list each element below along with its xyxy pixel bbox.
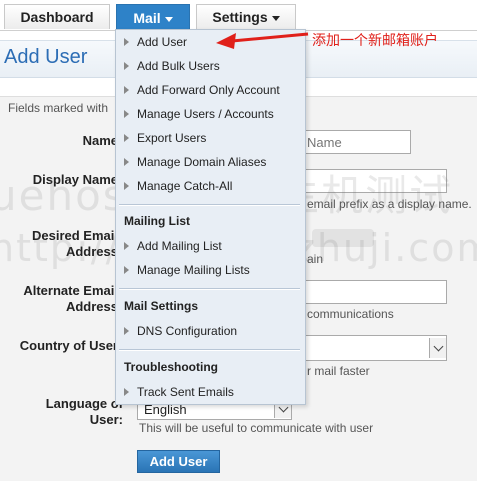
menu-item-add-mailing-list[interactable]: Add Mailing List	[121, 236, 222, 256]
country-select[interactable]	[300, 335, 447, 361]
menu-section-mail-settings: Mail Settings	[124, 299, 199, 313]
page-title: Add User	[4, 46, 88, 68]
top-navigation: Dashboard Mail Settings	[0, 0, 477, 31]
menu-divider	[119, 204, 300, 206]
arrow-right-icon	[124, 266, 129, 274]
menu-item-manage-mailing-lists[interactable]: Manage Mailing Lists	[121, 260, 250, 280]
alternate-email-hint: communications	[307, 307, 394, 321]
menu-item-dns-configuration[interactable]: DNS Configuration	[121, 321, 237, 341]
country-hint: r mail faster	[307, 364, 370, 378]
arrow-right-icon	[124, 388, 129, 396]
menu-item-add-forward-only-account[interactable]: Add Forward Only Account	[121, 80, 280, 100]
menu-item-export-users[interactable]: Export Users	[121, 128, 206, 148]
menu-item-add-user[interactable]: Add User	[121, 32, 187, 52]
menu-item-manage-domain-aliases[interactable]: Manage Domain Aliases	[121, 152, 266, 172]
chevron-down-icon	[433, 341, 443, 352]
arrow-right-icon	[124, 134, 129, 142]
annotation-text: 添加一个新邮箱账户	[312, 32, 438, 48]
menu-section-mailing-list: Mailing List	[124, 214, 190, 228]
menu-divider	[119, 288, 300, 290]
country-label: Country of User	[19, 338, 118, 353]
tab-mail-label: Mail	[133, 10, 161, 26]
arrow-right-icon	[124, 182, 129, 190]
arrow-right-icon	[124, 62, 129, 70]
tab-settings-label: Settings	[212, 9, 268, 25]
tab-mail[interactable]: Mail	[116, 4, 190, 31]
chevron-down-icon	[164, 16, 173, 22]
arrow-right-icon	[124, 242, 129, 250]
menu-divider	[119, 349, 300, 351]
language-hint: This will be useful to communicate with …	[139, 421, 374, 435]
name-field[interactable]	[300, 130, 411, 154]
menu-section-troubleshooting: Troubleshooting	[124, 360, 218, 374]
menu-item-manage-catch-all[interactable]: Manage Catch-All	[121, 176, 232, 196]
alternate-email-field[interactable]	[300, 280, 447, 304]
add-user-button[interactable]: Add User	[137, 450, 220, 473]
arrow-right-icon	[124, 86, 129, 94]
menu-item-add-bulk-users[interactable]: Add Bulk Users	[121, 56, 220, 76]
mail-dropdown-menu: Add User Add Bulk Users Add Forward Only…	[115, 29, 306, 405]
country-select-button[interactable]	[429, 338, 446, 358]
arrow-right-icon	[124, 38, 129, 46]
menu-item-track-sent-emails[interactable]: Track Sent Emails	[121, 382, 234, 402]
tab-settings[interactable]: Settings	[196, 4, 296, 29]
menu-item-manage-users[interactable]: Manage Users / Accounts	[121, 104, 274, 124]
language-label: Language of User:	[45, 396, 123, 427]
name-label: Name	[82, 133, 118, 148]
chevron-down-icon	[271, 15, 280, 21]
arrow-right-icon	[124, 158, 129, 166]
required-fields-note: Fields marked with	[8, 101, 109, 115]
alternate-email-label: Alternate Email Address	[23, 283, 118, 314]
tab-dashboard[interactable]: Dashboard	[4, 4, 110, 29]
tab-dashboard-label: Dashboard	[20, 9, 94, 25]
arrow-right-icon	[124, 327, 129, 335]
arrow-right-icon	[124, 110, 129, 118]
